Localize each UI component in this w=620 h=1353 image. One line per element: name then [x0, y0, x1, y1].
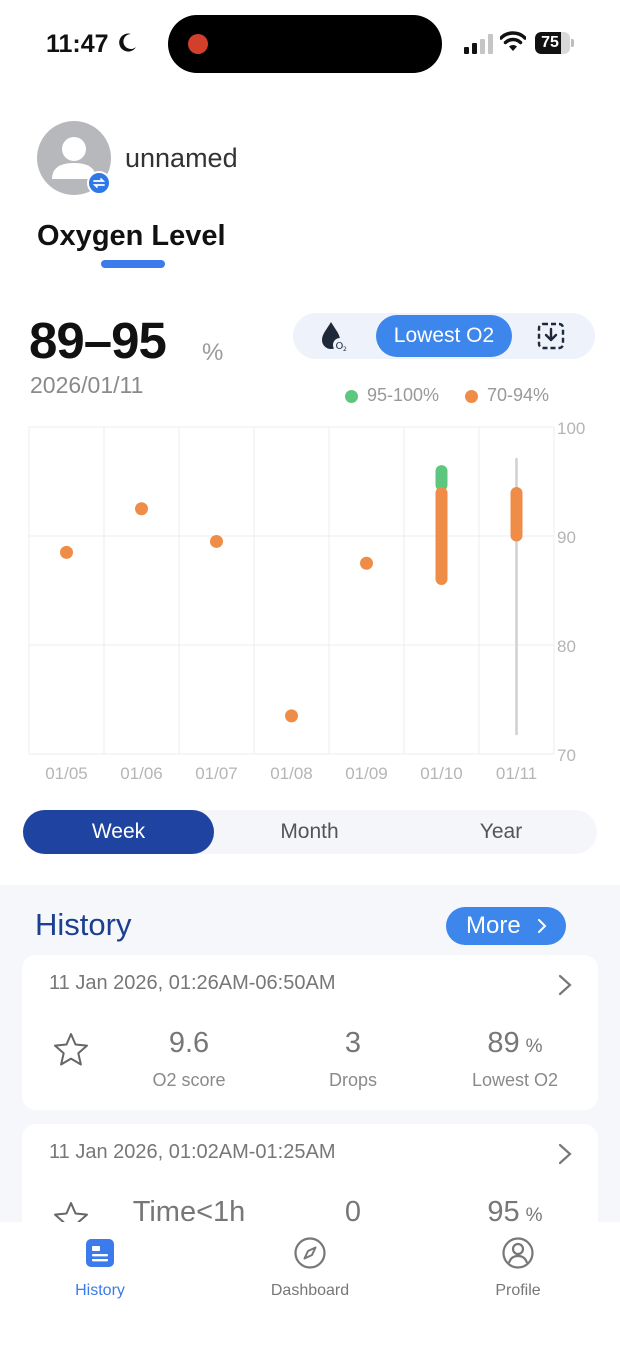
history-title: History	[35, 907, 132, 942]
legend-dot	[465, 390, 478, 403]
x-tick-label: 01/11	[496, 764, 537, 783]
nav-profile[interactable]: Profile	[448, 1236, 588, 1300]
stat-label: Drops	[328, 1070, 377, 1090]
stat-lowest-o2: 89% Lowest O2	[445, 1027, 585, 1091]
compass-icon	[294, 1237, 326, 1269]
selected-date: 2026/01/11	[30, 372, 144, 398]
legend-label: 70-94%	[487, 385, 550, 405]
status-bar: 11:47 75	[0, 0, 620, 90]
x-tick-label: 01/09	[345, 764, 388, 783]
profile-icon	[502, 1237, 534, 1269]
x-tick-label: 01/10	[420, 764, 463, 783]
bottom-nav: History Dashboard Profile	[0, 1222, 620, 1353]
switch-user-button[interactable]	[87, 171, 111, 195]
lowest-o2-button[interactable]: Lowest O2	[376, 315, 512, 357]
chevron-right-icon	[558, 974, 572, 996]
title-underline	[101, 260, 165, 268]
y-tick-label: 90	[557, 528, 576, 547]
stat-value: 3	[344, 1027, 362, 1059]
moon-icon	[119, 33, 136, 52]
history-card[interactable]: 11 Jan 2026, 01:26AM-06:50AM 9.6 O2 scor…	[22, 955, 598, 1110]
range-bar-low	[510, 486, 523, 542]
data-point	[135, 502, 148, 516]
tab-month[interactable]: Month	[214, 810, 405, 854]
stat-value: 9.6	[168, 1027, 210, 1059]
star-icon[interactable]	[53, 1032, 89, 1068]
stat-value: 89	[487, 1027, 520, 1059]
nav-dashboard[interactable]: Dashboard	[240, 1236, 380, 1300]
data-point	[360, 556, 373, 570]
oxygen-range-value: 89–95	[29, 312, 167, 369]
record-time-range: 11 Jan 2026, 01:26AM-06:50AM	[49, 972, 336, 994]
stat-drops: 3 Drops	[283, 1027, 423, 1091]
data-point	[285, 709, 298, 723]
history-icon	[86, 1239, 114, 1267]
o2-drop-icon[interactable]: O 2	[317, 319, 351, 353]
wifi-icon	[500, 31, 526, 51]
battery-percent: 75	[541, 34, 559, 51]
dynamic-island	[168, 15, 442, 73]
stat-label: Lowest O2	[471, 1070, 559, 1090]
stat-o2-score: 9.6 O2 score	[119, 1027, 259, 1091]
page-title: Oxygen Level	[37, 220, 226, 252]
status-time: 11:47	[46, 30, 109, 58]
export-icon[interactable]	[537, 322, 565, 350]
range-bar-low	[435, 486, 448, 586]
legend-label: 95-100%	[367, 385, 440, 405]
svg-text:2: 2	[343, 346, 347, 353]
nav-label: History	[75, 1282, 125, 1299]
stat-unit: %	[525, 1036, 543, 1057]
nav-label: Profile	[495, 1282, 541, 1299]
stat-label: O2 score	[152, 1070, 226, 1090]
legend-dot	[345, 390, 358, 403]
nav-history[interactable]: History	[30, 1236, 170, 1300]
metric-switch: O 2 Lowest O2	[293, 313, 595, 359]
x-tick-label: 01/06	[120, 764, 163, 783]
x-tick-label: 01/08	[270, 764, 313, 783]
x-tick-label: 01/05	[45, 764, 88, 783]
oxygen-chart[interactable]: 100 90 80 70 01/05 01/06 01/07 01/08 01/09 01/10 0…	[0, 415, 620, 785]
chevron-right-icon	[558, 1143, 572, 1165]
signal-icon	[464, 34, 493, 54]
record-time-range: 11 Jan 2026, 01:02AM-01:25AM	[49, 1141, 336, 1163]
period-tabs: Week Month Year	[23, 810, 597, 854]
data-point	[60, 545, 73, 559]
battery-icon: 75	[535, 32, 575, 54]
data-point	[210, 534, 223, 548]
recording-dot	[188, 34, 208, 54]
more-button[interactable]: More	[446, 907, 566, 945]
chevron-right-icon	[538, 919, 547, 933]
y-tick-label: 80	[557, 637, 576, 656]
x-tick-label: 01/07	[195, 764, 238, 783]
oxygen-unit: %	[202, 339, 224, 366]
history-section: History More 11 Jan 2026, 01:26AM-06:50A…	[0, 885, 620, 1279]
y-tick-label: 100	[557, 419, 585, 438]
username[interactable]: unnamed	[125, 143, 238, 174]
swap-icon	[92, 178, 106, 188]
y-tick-label: 70	[557, 746, 576, 765]
more-label: More	[466, 912, 521, 939]
nav-label: Dashboard	[270, 1282, 350, 1299]
tab-week[interactable]: Week	[23, 810, 214, 854]
tab-year[interactable]: Year	[405, 810, 597, 854]
